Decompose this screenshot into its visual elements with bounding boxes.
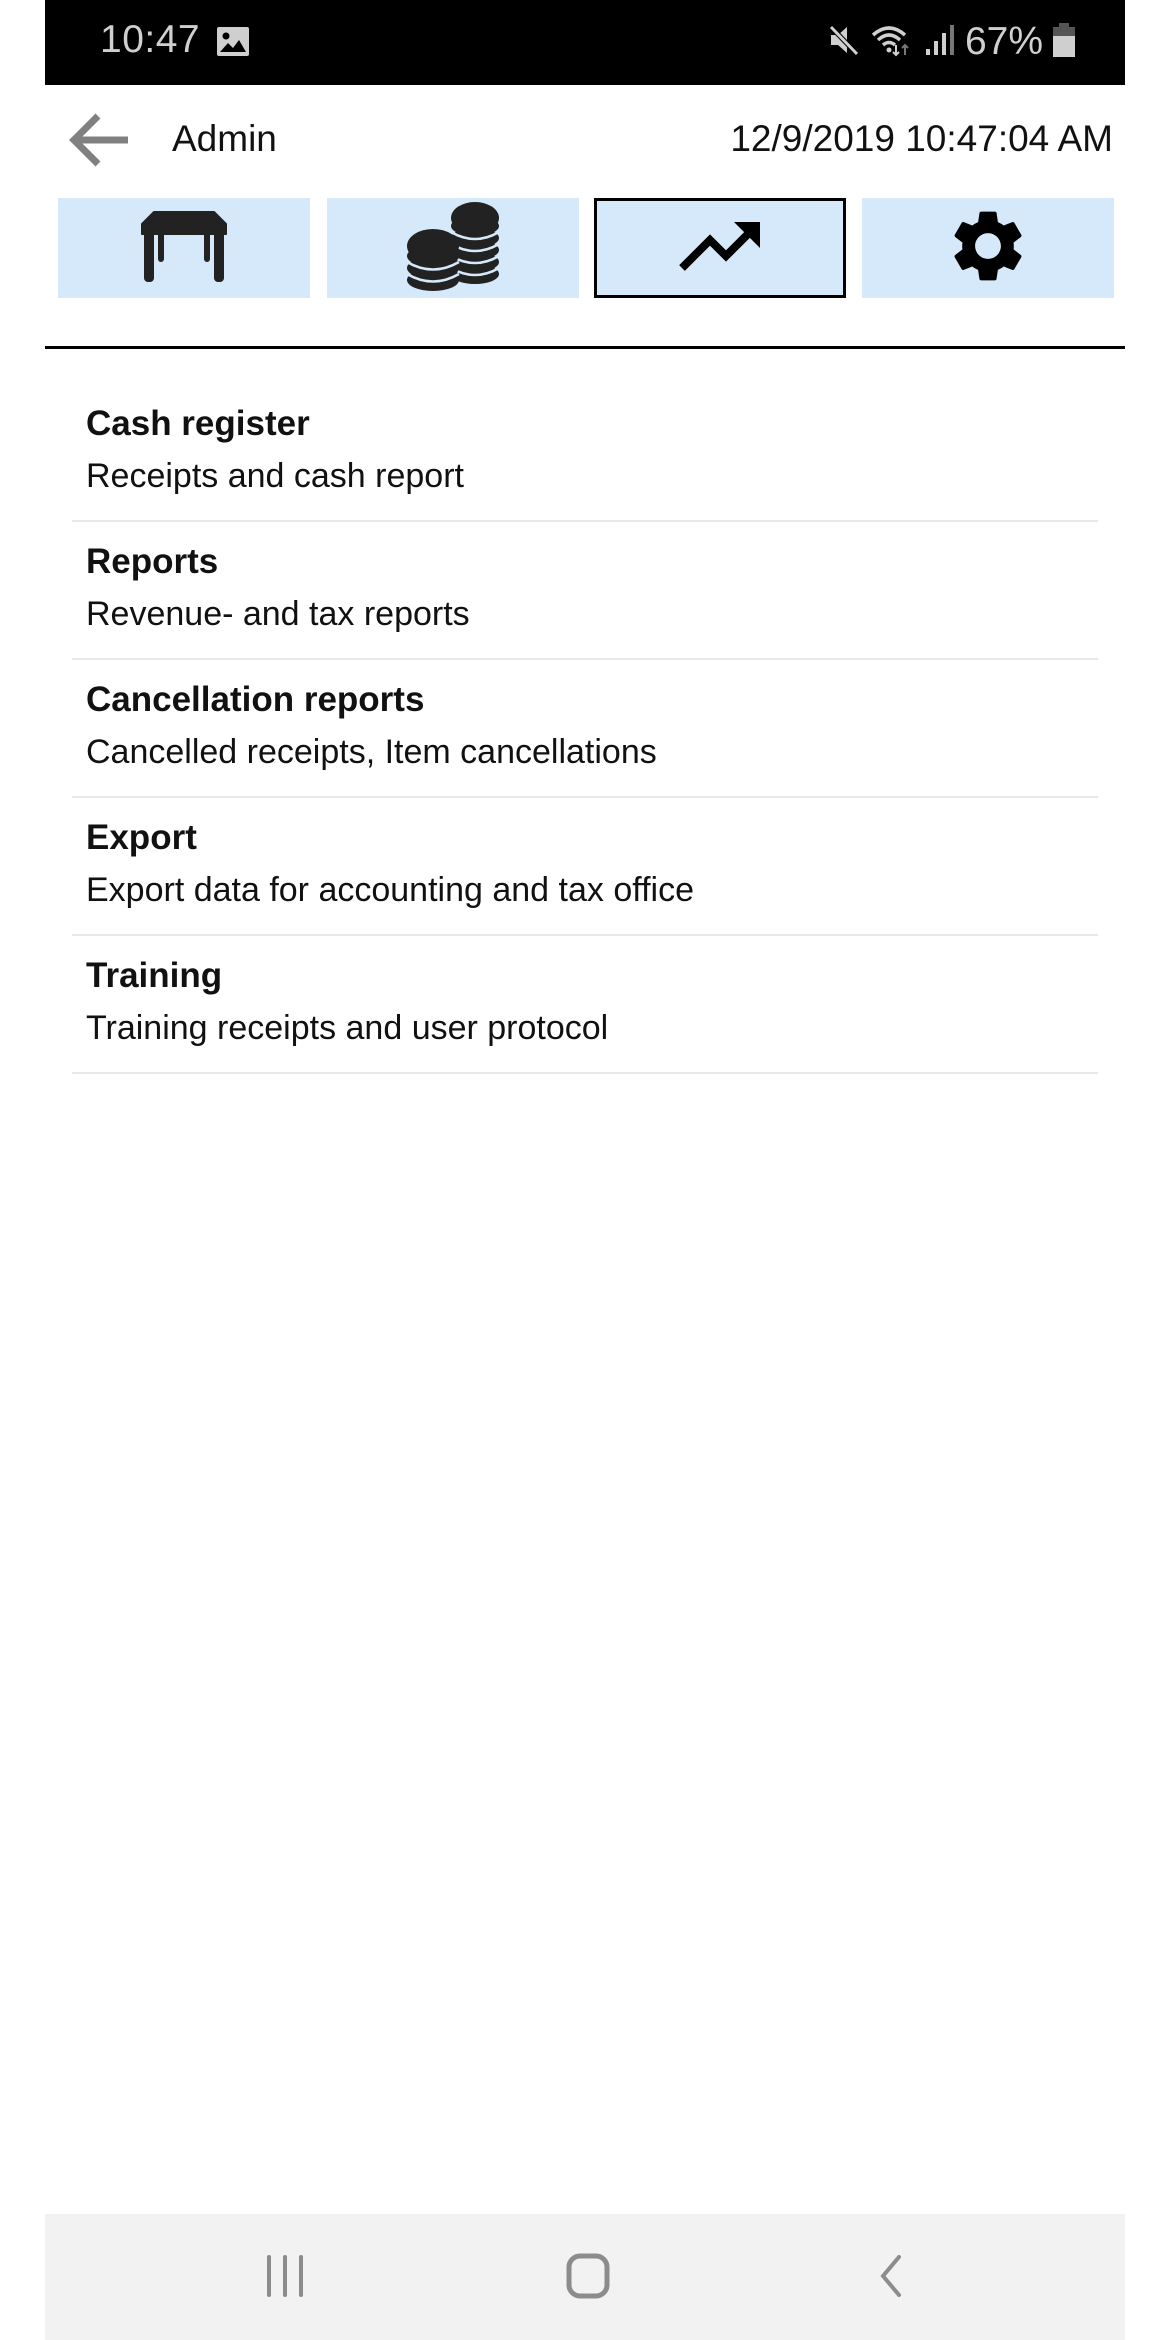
tab-cash[interactable]: [327, 198, 579, 298]
menu-item-subtitle: Revenue- and tax reports: [86, 595, 470, 633]
system-back-button[interactable]: [845, 2238, 935, 2318]
gallery-icon: [217, 27, 249, 56]
system-nav-bar: [45, 2214, 1125, 2340]
table-icon: [140, 210, 228, 287]
tab-settings[interactable]: [862, 198, 1114, 298]
back-icon: [875, 2253, 905, 2304]
mute-icon: [827, 23, 861, 62]
trending-up-icon: [678, 220, 762, 277]
menu-item-title: Export: [86, 818, 197, 857]
menu-list: Cash register Receipts and cash report R…: [72, 384, 1098, 1074]
menu-item-title: Cash register: [86, 404, 310, 443]
header-datetime: 12/9/2019 10:47:04 AM: [730, 118, 1113, 159]
status-icons: 67%: [827, 14, 1075, 70]
page-title: Admin: [172, 118, 277, 159]
status-bar: 10:47 67%: [45, 0, 1125, 85]
menu-item-title: Cancellation reports: [86, 680, 425, 719]
menu-item-subtitle: Cancelled receipts, Item cancellations: [86, 733, 657, 771]
tab-tables[interactable]: [58, 198, 310, 298]
recents-button[interactable]: [240, 2238, 330, 2318]
menu-item-title: Reports: [86, 542, 219, 581]
battery-icon: [1053, 22, 1075, 62]
menu-item-reports[interactable]: Reports Revenue- and tax reports: [72, 522, 1098, 660]
menu-item-cash-register[interactable]: Cash register Receipts and cash report: [72, 384, 1098, 522]
signal-icon: [925, 23, 955, 62]
menu-item-subtitle: Receipts and cash report: [86, 457, 464, 495]
gear-icon: [945, 203, 1031, 294]
battery-percent: 67%: [964, 20, 1043, 63]
menu-item-subtitle: Export data for accounting and tax offic…: [86, 871, 694, 909]
back-button[interactable]: [62, 108, 138, 176]
recents-icon: [265, 2253, 305, 2304]
status-time: 10:47: [100, 18, 201, 61]
home-icon: [566, 2253, 610, 2304]
home-button[interactable]: [543, 2238, 633, 2318]
header-divider: [45, 346, 1125, 349]
menu-item-subtitle: Training receipts and user protocol: [86, 1009, 609, 1047]
arrow-left-icon: [68, 112, 132, 173]
menu-item-cancellation-reports[interactable]: Cancellation reports Cancelled receipts,…: [72, 660, 1098, 798]
wifi-icon: [871, 23, 915, 62]
menu-item-training[interactable]: Training Training receipts and user prot…: [72, 936, 1098, 1074]
menu-item-title: Training: [86, 956, 223, 995]
menu-item-export[interactable]: Export Export data for accounting and ta…: [72, 798, 1098, 936]
coins-icon: [405, 200, 501, 297]
tab-reports[interactable]: [594, 198, 846, 298]
